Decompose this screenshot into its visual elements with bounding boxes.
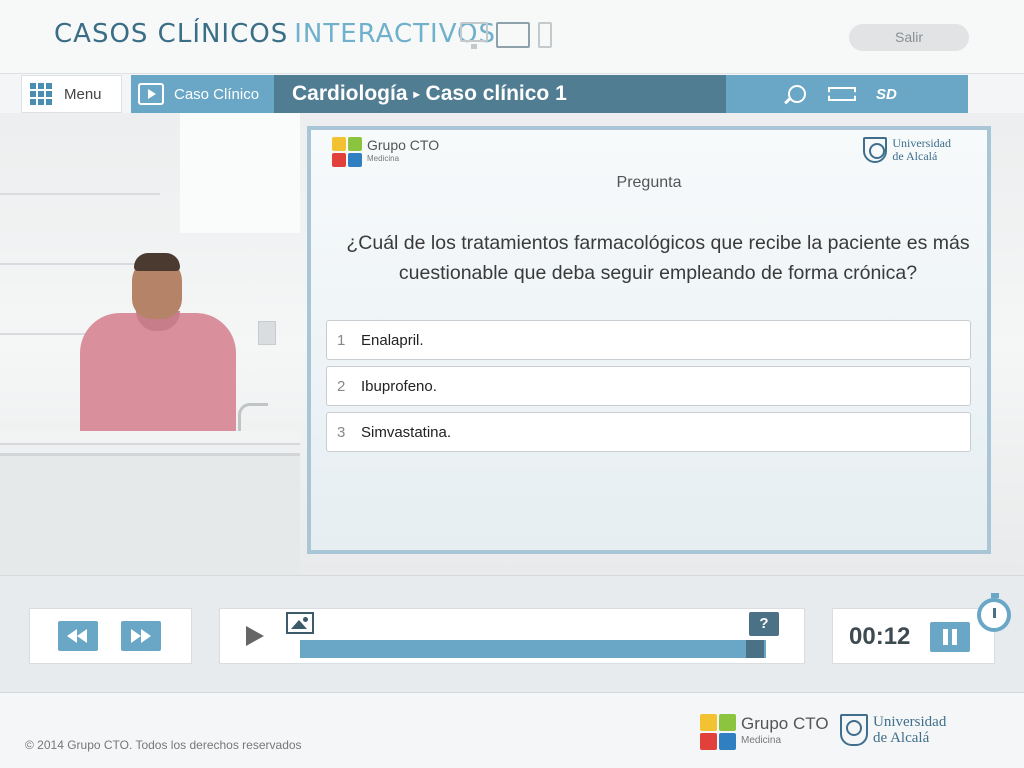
uah-logo: Universidad de Alcalá	[863, 137, 951, 163]
menu-label: Menu	[64, 85, 102, 103]
rewind-icon	[67, 629, 77, 643]
footer-uah-line1: Universidad	[873, 714, 947, 730]
film-icon	[138, 83, 164, 105]
progress-handle[interactable]	[746, 640, 764, 658]
phone-view-icon[interactable]	[538, 22, 552, 48]
option-text: Ibuprofeno.	[361, 377, 437, 395]
question-panel: Grupo CTO Medicina Universidad de Alcalá…	[307, 126, 991, 554]
footer-uah-logo: Universidad de Alcalá	[840, 714, 946, 746]
footer-cto-sub: Medicina	[741, 735, 782, 746]
uah-shield-icon	[863, 137, 888, 163]
time-controls: 00:12	[832, 608, 995, 664]
cto-logo-name: Grupo CTO	[367, 137, 440, 153]
breadcrumb-case: Caso clínico 1	[425, 82, 567, 105]
desk	[0, 431, 300, 445]
app-title-part1: CASOS CLÍNICOS	[54, 19, 289, 49]
question-marker[interactable]: ?	[749, 612, 779, 636]
top-bar: CASOS CLÍNICOS INTERACTIVOS Salir	[0, 0, 1024, 74]
player-controls: ? 00:12	[0, 575, 1024, 693]
image-icon[interactable]	[286, 612, 314, 634]
case-label: Caso Clínico	[174, 85, 260, 103]
option-number: 2	[337, 377, 346, 395]
play-icon[interactable]	[246, 626, 264, 646]
timer-icon[interactable]	[977, 593, 1011, 632]
cto-logo-sub: Medicina	[367, 154, 400, 163]
answer-option-2[interactable]: 2 Ibuprofeno.	[326, 366, 971, 406]
faucet	[238, 403, 268, 433]
footer-uah-line2: de Alcalá	[873, 730, 930, 746]
pause-icon[interactable]	[930, 622, 970, 652]
desktop-view-icon[interactable]	[460, 22, 488, 49]
timeline: ?	[219, 608, 805, 664]
breadcrumb-separator: ▸	[413, 87, 420, 101]
answer-option-1[interactable]: 1 Enalapril.	[326, 320, 971, 360]
option-text: Simvastatina.	[361, 423, 452, 441]
forward-icon	[131, 629, 141, 643]
option-number: 1	[337, 331, 346, 349]
device-selector	[460, 22, 552, 49]
answer-options: 1 Enalapril. 2 Ibuprofeno. 3 Simvastatin…	[326, 320, 971, 458]
footer-cto-logo-mark	[700, 714, 736, 750]
cto-logo: Grupo CTO Medicina	[332, 137, 439, 167]
question-text: ¿Cuál de los tratamientos farmacológicos…	[346, 232, 970, 284]
quality-toggle[interactable]: SD	[876, 86, 897, 103]
uah-line2: de Alcalá	[892, 149, 938, 163]
footer-cto-name: Grupo CTO	[741, 714, 829, 733]
breadcrumb-section: Cardiología	[292, 82, 408, 105]
nav-bar: Menu Caso Clínico Cardiología ▸ Caso clí…	[0, 75, 1024, 113]
skip-controls	[29, 608, 192, 664]
case-button[interactable]: Caso Clínico	[131, 75, 274, 113]
forward-button[interactable]	[121, 621, 161, 651]
tool-bar: SD	[726, 75, 968, 113]
cabinet	[0, 453, 300, 575]
answer-option-3[interactable]: 3 Simvastatina.	[326, 412, 971, 452]
copyright-text: © 2014 Grupo CTO. Todos los derechos res…	[25, 738, 302, 752]
screen-icon[interactable]	[828, 87, 856, 101]
app-title: CASOS CLÍNICOS INTERACTIVOS	[54, 19, 496, 49]
footer: © 2014 Grupo CTO. Todos los derechos res…	[0, 694, 1024, 768]
option-number: 3	[337, 423, 346, 441]
presenter-video	[76, 253, 242, 453]
footer-cto-logo: Grupo CTO Medicina	[700, 714, 829, 750]
rewind-button[interactable]	[58, 621, 98, 651]
tablet-view-icon[interactable]	[496, 22, 530, 48]
wall-switch	[258, 321, 276, 345]
menu-button[interactable]: Menu	[21, 75, 122, 113]
cto-logo-mark	[332, 137, 362, 167]
option-text: Enalapril.	[361, 331, 424, 349]
progress-track[interactable]	[300, 640, 766, 658]
elapsed-time: 00:12	[849, 623, 911, 650]
exit-button[interactable]: Salir	[849, 24, 969, 51]
zoom-icon[interactable]	[788, 85, 806, 103]
breadcrumb: Cardiología ▸ Caso clínico 1	[274, 75, 726, 113]
footer-uah-shield-icon	[840, 714, 868, 746]
question-heading: Pregunta	[616, 174, 682, 191]
grid-icon	[30, 83, 52, 105]
